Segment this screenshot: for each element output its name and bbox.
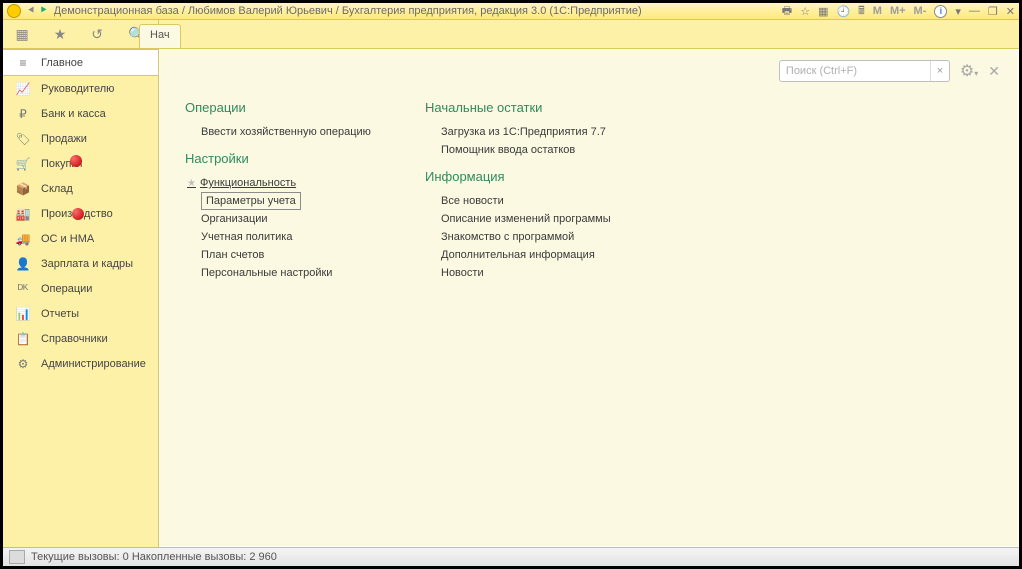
toolbar-icon[interactable]: 🖶 [782, 2, 792, 21]
status-bar: Текущие вызовы: 0 Накопленные вызовы: 2 … [3, 547, 1019, 566]
sidebar-item-Продажи[interactable]: 🏷 Продажи [3, 126, 158, 151]
status-icon [9, 550, 25, 564]
menu-item[interactable]: Знакомство с программой [425, 228, 645, 246]
sidebar-item-label: Справочники [41, 333, 108, 345]
section-information: Информация [425, 169, 645, 184]
menu-item[interactable]: Загрузка из 1С:Предприятия 7.7 [425, 123, 645, 141]
favorites-icon[interactable]: ★ [54, 26, 67, 43]
sidebar-item-icon: 📦 [15, 182, 31, 196]
menu-item[interactable]: Новости [425, 264, 645, 282]
menu-item-functionality[interactable]: ★Функциональность [185, 174, 385, 192]
sidebar-item-label: ОС и НМА [41, 233, 94, 245]
menu-item[interactable]: Дополнительная информация [425, 246, 645, 264]
sidebar-item-Операции[interactable]: ᴰᴷ Операции [3, 276, 158, 301]
annotation-dot [70, 155, 82, 167]
sidebar-item-icon: ᴰᴷ [15, 282, 31, 296]
tab-start[interactable]: Нач [139, 24, 181, 48]
toolbar-icon[interactable]: ☆ [800, 5, 810, 18]
menu-item[interactable]: Все новости [425, 192, 645, 210]
sidebar-item-icon: 📊 [15, 307, 31, 321]
search-input[interactable] [780, 65, 930, 77]
sidebar-item-label: Операции [41, 283, 92, 295]
sidebar-item-icon: 👤 [15, 257, 31, 271]
main-content: × ⚙▾ ✕ Операции Ввести хозяйственную опе… [159, 49, 1019, 547]
sidebar-item-Справочники[interactable]: 📋 Справочники [3, 326, 158, 351]
sidebar-item-icon: 🏭 [15, 207, 31, 221]
menu-item[interactable]: Помощник ввода остатков [425, 141, 645, 159]
sidebar-item-Руководителю[interactable]: 📈 Руководителю [3, 76, 158, 101]
sidebar-item-icon: 🛒 [15, 157, 31, 171]
sidebar-item-icon: 🏷 [15, 132, 31, 146]
menu-item[interactable]: Ввести хозяйственную операцию [185, 123, 385, 141]
m-minus-button[interactable]: M- [914, 5, 927, 17]
sidebar-item-label: Руководителю [41, 83, 114, 95]
menu-item[interactable]: План счетов [185, 246, 385, 264]
history-icon[interactable]: ↺ [91, 26, 103, 43]
sidebar-item-Зарплата и кадры[interactable]: 👤 Зарплата и кадры [3, 251, 158, 276]
tab-strip: Нач [159, 20, 1019, 49]
minimize-button[interactable]: — [969, 5, 980, 17]
toolbar-icon[interactable]: 🖩 [858, 2, 865, 21]
sidebar-item-label: Банк и касса [41, 108, 106, 120]
settings-icon[interactable]: ⚙▾ [960, 61, 978, 81]
sidebar-item-Администрирование[interactable]: ⚙ Администрирование [3, 351, 158, 376]
status-text: Текущие вызовы: 0 Накопленные вызовы: 2 … [31, 551, 277, 563]
sidebar-item-icon: 📋 [15, 332, 31, 346]
dropdown-icon[interactable]: ▾ [955, 5, 961, 18]
sidebar-item-label: Продажи [41, 133, 87, 145]
star-icon: ★ [187, 178, 196, 189]
m-plus-button[interactable]: M+ [890, 5, 906, 17]
sidebar-item-Главное[interactable]: ≡ Главное [3, 49, 158, 76]
sidebar: ▦ ★ ↺ 🔍 ≡ Главное 📈 Руководителю ₽ Банк и кас… [3, 20, 159, 547]
menu-item[interactable]: Организации [185, 210, 385, 228]
section-opening-balances: Начальные остатки [425, 100, 645, 115]
clear-search-icon[interactable]: × [930, 61, 949, 81]
sidebar-item-label: Склад [41, 183, 73, 195]
sidebar-item-Банк и касса[interactable]: ₽ Банк и касса [3, 101, 158, 126]
main-area: Нач × ⚙▾ ✕ Операции Ввести хозяйственную… [159, 20, 1019, 547]
window-title: Демонстрационная база / Любимов Валерий … [54, 5, 782, 17]
m-button[interactable]: M [873, 5, 882, 17]
nav-back-icon[interactable]: ⯇ [27, 5, 36, 17]
sidebar-item-icon: 📈 [15, 82, 31, 96]
search-box[interactable]: × [779, 60, 950, 82]
sidebar-item-icon: ₽ [15, 107, 31, 121]
close-button[interactable]: ✕ [1006, 5, 1015, 18]
toolbar-icon[interactable]: 🕘 [836, 5, 850, 18]
maximize-button[interactable]: ❐ [988, 5, 998, 18]
menu-item[interactable]: Персональные настройки [185, 264, 385, 282]
sidebar-item-Отчеты[interactable]: 📊 Отчеты [3, 301, 158, 326]
info-icon[interactable]: i [934, 5, 947, 18]
sidebar-item-icon: 🚚 [15, 232, 31, 246]
annotation-dot [72, 208, 84, 220]
menu-item[interactable]: Учетная политика [185, 228, 385, 246]
menu-item-accounting-params[interactable]: Параметры учета [201, 192, 301, 210]
sidebar-item-Склад[interactable]: 📦 Склад [3, 176, 158, 201]
sidebar-item-label: Главное [41, 57, 83, 69]
sidebar-item-label: Зарплата и кадры [41, 258, 133, 270]
nav-fwd-icon[interactable]: ⯈ [39, 5, 48, 17]
sidebar-item-ОС и НМА[interactable]: 🚚 ОС и НМА [3, 226, 158, 251]
section-settings: Настройки [185, 151, 385, 166]
section-operations: Операции [185, 100, 385, 115]
sidebar-top-controls: ▦ ★ ↺ 🔍 [3, 20, 158, 49]
sidebar-item-icon: ≡ [15, 56, 31, 70]
sidebar-item-label: Отчеты [41, 308, 79, 320]
app-icon [7, 4, 21, 18]
sections-menu-icon[interactable]: ▦ [16, 26, 29, 43]
window-titlebar: ⯇ ⯈ Демонстрационная база / Любимов Вале… [3, 3, 1019, 20]
sidebar-item-label: Администрирование [41, 358, 146, 370]
nav-arrows[interactable]: ⯇ ⯈ [27, 5, 48, 17]
sidebar-item-icon: ⚙ [15, 357, 31, 371]
menu-item[interactable]: Описание изменений программы [425, 210, 645, 228]
close-panel-icon[interactable]: ✕ [988, 63, 1000, 80]
toolbar-icon[interactable]: ▦ [818, 5, 828, 18]
